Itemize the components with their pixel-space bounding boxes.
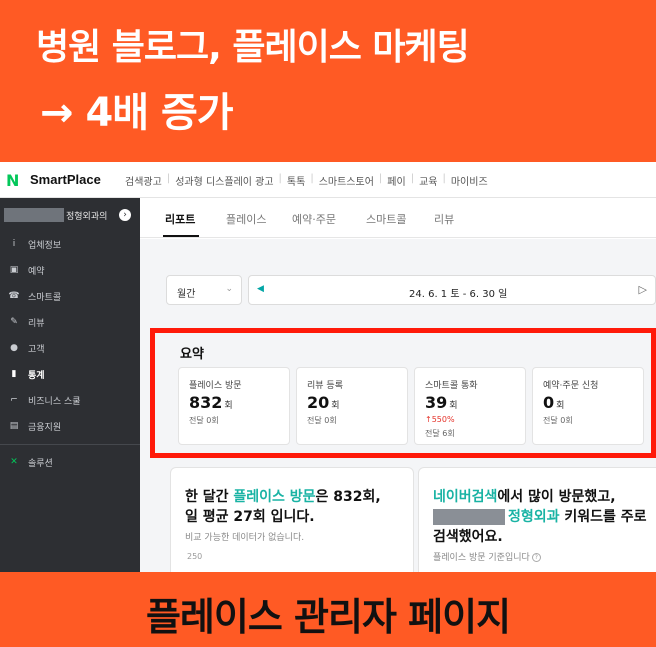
previous-period-icon[interactable]: ◀ [257, 284, 264, 294]
sidebar-item-business-school[interactable]: ⌐ 비즈니스 스쿨 [0, 388, 140, 412]
store-switch-icon[interactable]: › [119, 209, 131, 221]
store-selector[interactable]: 정형외과의 › [0, 204, 140, 226]
sidebar-item-customers[interactable]: ● 고객 [0, 336, 140, 360]
sidebar-item-label: 비즈니스 스쿨 [28, 397, 81, 407]
sidebar: 정형외과의 › i 업체정보 ▣ 예약 ☎ 스마트콜 ✎ 리뷰 ● 고객 ▮ 통… [0, 198, 140, 572]
naver-logo-icon[interactable]: N [6, 171, 19, 190]
card-previous: 전달 0회 [189, 416, 219, 425]
service-nav: 검색광고 | 성과형 디스플레이 광고 | 톡톡 | 스마트스토어 | 페이 | 교육 | … [120, 173, 493, 188]
card-value: 20 회 [307, 393, 340, 412]
top-navigation-bar: N SmartPlace 검색광고 | 성과형 디스플레이 광고 | 톡톡 | 스마트… [0, 162, 656, 198]
bottom-banner: 플레이스 관리자 페이지 [0, 572, 656, 647]
sidebar-item-finance[interactable]: ▤ 금융지원 [0, 414, 140, 438]
visit-basis-note: 플레이스 방문 기준입니다? [433, 550, 541, 563]
nav-pay[interactable]: 페이 [382, 173, 410, 188]
card-label: 리뷰 등록 [307, 381, 343, 391]
card-label: 플레이스 방문 [189, 381, 242, 391]
next-period-icon[interactable]: ▷ [639, 283, 647, 296]
keyword-summary-line3: 검색했어요. [433, 529, 503, 545]
nav-display-ads[interactable]: 성과형 디스플레이 광고 [170, 173, 278, 188]
visits-summary-line1: 한 달간 플레이스 방문은 832회, [185, 489, 381, 505]
card-value: 0회 [543, 393, 565, 412]
bottom-caption: 플레이스 관리자 페이지 [145, 595, 511, 639]
summary-card-place-visits[interactable]: 플레이스 방문 832 회 전달 0회 [178, 367, 290, 445]
card-label: 예약·주문 신청 [543, 381, 599, 391]
summary-card-reservations[interactable]: 예약·주문 신청 0회 전달 0회 [532, 367, 644, 445]
nav-education[interactable]: 교육 [414, 173, 442, 188]
sidebar-item-solution[interactable]: ✕ 솔루션 [0, 450, 140, 474]
keyword-summary-line1: 네이버검색에서 많이 방문했고, [433, 489, 616, 505]
summary-cards: 플레이스 방문 832 회 전달 0회 리뷰 등록 20 회 전달 0회 스마트콜 … [178, 367, 648, 445]
sidebar-item-review[interactable]: ✎ 리뷰 [0, 310, 140, 334]
sidebar-item-business-info[interactable]: i 업체정보 [0, 232, 140, 256]
sidebar-item-label: 업체정보 [28, 241, 62, 251]
calendar-icon: ▣ [9, 265, 19, 275]
tab-review[interactable]: 리뷰 [434, 211, 454, 227]
date-range-text: 24. 6. 1 토 - 6. 30 일 [409, 289, 508, 300]
pencil-icon: ✎ [10, 317, 18, 327]
sidebar-item-label: 리뷰 [28, 319, 45, 329]
card-value: 39 회 [425, 393, 458, 412]
place-visits-panel: 한 달간 플레이스 방문은 832회, 일 평균 27회 입니다. 비교 가능한… [170, 467, 414, 572]
report-content: 월간 ⌄ ◀ 24. 6. 1 토 - 6. 30 일 ▷ 요약 플레이스 방문… [140, 239, 656, 572]
help-icon[interactable]: ? [531, 553, 541, 562]
tab-reservation-order[interactable]: 예약·주문 [292, 211, 336, 227]
sidebar-item-label: 통계 [28, 371, 45, 381]
card-previous: 전달 0회 [543, 416, 573, 425]
nav-smartstore[interactable]: 스마트스토어 [314, 173, 379, 188]
card-change: ↑550% [425, 415, 455, 424]
smartplace-logo[interactable]: SmartPlace [30, 172, 101, 187]
solution-icon: ✕ [10, 457, 18, 467]
search-keyword-panel: 네이버검색에서 많이 방문했고, 정형외과 키워드를 주로 검색했어요. 플레이… [418, 467, 656, 572]
tab-smartcall[interactable]: 스마트콜 [366, 211, 406, 227]
nav-search-ads[interactable]: 검색광고 [120, 173, 167, 188]
banner-subline: → 4배 증가 [40, 90, 234, 136]
school-icon: ⌐ [10, 395, 18, 405]
summary-card-smartcall[interactable]: 스마트콜 통화 39 회 ↑550% 전달 6회 [414, 367, 526, 445]
card-value: 832 회 [189, 393, 233, 412]
chart-tick-label: 250 [187, 552, 203, 561]
sidebar-item-label: 금융지원 [28, 423, 62, 433]
active-tab-indicator [163, 235, 199, 237]
date-range-picker[interactable]: ◀ 24. 6. 1 토 - 6. 30 일 ▷ [248, 275, 656, 305]
sidebar-item-label: 예약 [28, 267, 45, 277]
keyword-summary-line2: 정형외과 키워드를 주로 [433, 506, 647, 526]
sidebar-divider [0, 444, 140, 445]
chart-icon: ▮ [11, 369, 17, 379]
smartplace-screenshot: N SmartPlace 검색광고 | 성과형 디스플레이 광고 | 톡톡 | 스마트… [0, 162, 656, 572]
sidebar-item-statistics[interactable]: ▮ 통계 [0, 362, 140, 386]
redacted-keyword [433, 509, 505, 525]
nav-mybiz[interactable]: 마이비즈 [446, 173, 493, 188]
banner-headline: 병원 블로그, 플레이스 마케팅 [36, 27, 470, 68]
chevron-down-icon: ⌄ [225, 284, 233, 294]
report-tabs: 리포트 플레이스 예약·주문 스마트콜 리뷰 [140, 198, 656, 238]
finance-icon: ▤ [9, 421, 19, 431]
period-select-value: 월간 [177, 289, 196, 300]
tab-report[interactable]: 리포트 [165, 211, 195, 227]
top-banner: 병원 블로그, 플레이스 마케팅 → 4배 증가 [0, 0, 656, 158]
card-previous: 전달 6회 [425, 429, 455, 438]
card-previous: 전달 0회 [307, 416, 337, 425]
phone-icon: ☎ [8, 291, 20, 301]
period-select[interactable]: 월간 ⌄ [166, 275, 242, 305]
summary-title: 요약 [180, 347, 204, 362]
summary-card-reviews[interactable]: 리뷰 등록 20 회 전달 0회 [296, 367, 408, 445]
nav-talktalk[interactable]: 톡톡 [282, 173, 310, 188]
info-icon: i [12, 239, 16, 249]
no-comparison-note: 비교 가능한 데이터가 없습니다. [185, 533, 305, 543]
visits-summary-line2: 일 평균 27회 입니다. [185, 509, 315, 525]
tab-place[interactable]: 플레이스 [226, 211, 266, 227]
users-icon: ● [10, 343, 18, 353]
sidebar-item-smartcall[interactable]: ☎ 스마트콜 [0, 284, 140, 308]
store-name: 정형외과의 [66, 212, 108, 222]
sidebar-item-label: 솔루션 [28, 459, 53, 469]
sidebar-item-label: 스마트콜 [28, 293, 62, 303]
sidebar-item-reservation[interactable]: ▣ 예약 [0, 258, 140, 282]
sidebar-item-label: 고객 [28, 345, 45, 355]
redacted-store-name [4, 208, 64, 222]
card-label: 스마트콜 통화 [425, 381, 478, 391]
